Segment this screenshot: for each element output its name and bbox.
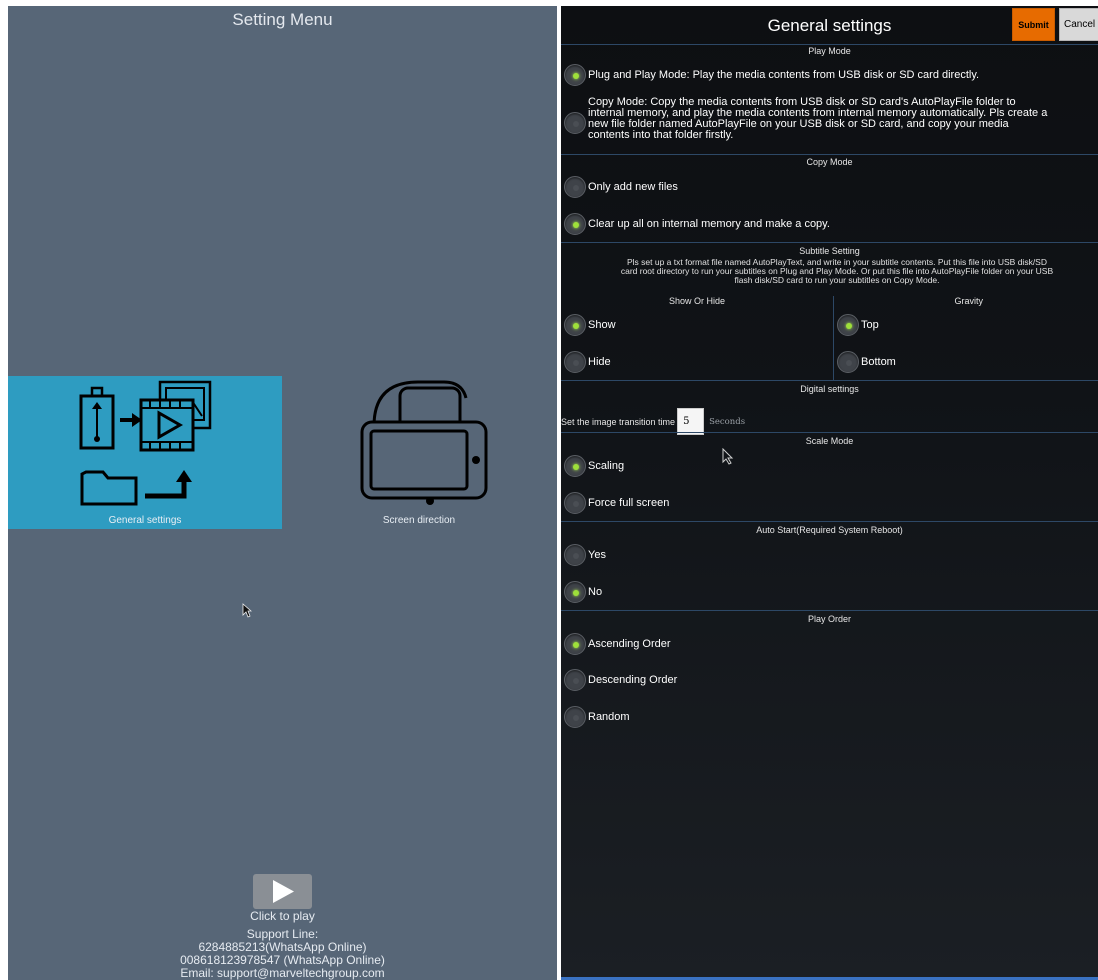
force-full-screen-option[interactable]: Force full screen [564, 492, 669, 514]
random-order-label: Random [588, 711, 630, 723]
setting-menu-title: Setting Menu [232, 10, 333, 29]
subtitle-show-option[interactable]: Show [564, 314, 616, 336]
divider [561, 521, 1098, 522]
scaling-label: Scaling [588, 460, 625, 472]
scaling-option[interactable]: Scaling [564, 455, 624, 477]
general-settings-tile[interactable]: General settings [8, 376, 282, 529]
transition-time-unit: Seconds [709, 416, 746, 427]
play-order-heading: Play Order [807, 614, 851, 624]
support-phone-2: 008618123978547 (WhatsApp Online) [180, 953, 385, 967]
divider [561, 44, 1098, 45]
click-to-play-label: Click to play [250, 909, 315, 923]
gravity-bottom-label: Bottom [861, 356, 896, 368]
random-order-option[interactable]: Random [564, 706, 630, 728]
copy-mode-line: contents into that folder firstly. [588, 129, 734, 141]
mouse-pointer-icon [722, 448, 734, 465]
support-line-label: Support Line: [246, 927, 319, 941]
gravity-heading: Gravity [954, 296, 983, 306]
submit-button[interactable]: Submit [1012, 8, 1055, 41]
radio-unchecked-icon[interactable] [564, 706, 586, 728]
transition-time-row: Set the image transition time 5 Seconds [561, 408, 745, 435]
descending-order-label: Descending Order [588, 674, 678, 686]
copy-mode-option[interactable] [564, 112, 588, 134]
radio-checked-icon[interactable] [564, 581, 586, 603]
divider [561, 610, 1098, 611]
mouse-pointer-icon [242, 603, 252, 618]
setting-menu-panel: Setting Menu General settings Screen dir… [8, 6, 557, 980]
subtitle-heading: Subtitle Setting [799, 246, 860, 256]
gravity-bottom-option[interactable]: Bottom [837, 351, 896, 373]
auto-start-no-label: No [588, 586, 603, 598]
radio-checked-icon[interactable] [564, 314, 586, 336]
radio-unchecked-icon[interactable] [564, 176, 586, 198]
radio-checked-icon[interactable] [564, 213, 586, 235]
subtitle-hide-option[interactable]: Hide [564, 351, 611, 373]
divider [561, 154, 1098, 155]
descending-order-option[interactable]: Descending Order [564, 669, 677, 691]
general-settings-panel: General settings Submit Cancel Play Mode… [561, 6, 1098, 980]
media-transfer-icon [79, 380, 212, 506]
subtitle-show-label: Show [588, 319, 616, 331]
auto-start-yes-option[interactable]: Yes [564, 544, 606, 566]
general-settings-label: General settings [108, 515, 182, 526]
screen-rotate-icon [360, 380, 488, 505]
radio-checked-icon[interactable] [837, 314, 859, 336]
support-email: Email: support@marveltechgroup.com [180, 966, 385, 980]
radio-unchecked-icon[interactable] [564, 544, 586, 566]
copy-mode-description: Copy Mode: Copy the media contents from … [588, 97, 1098, 141]
play-mode-heading: Play Mode [808, 46, 851, 56]
transition-time-input[interactable]: 5 [677, 408, 705, 435]
column-divider [833, 296, 834, 380]
copy-mode-heading: Copy Mode [806, 157, 853, 167]
support-phone-1: 6284885213(WhatsApp Online) [198, 940, 367, 954]
auto-start-heading: Auto Start(Required System Reboot) [756, 525, 903, 535]
plug-and-play-option[interactable]: Plug and Play Mode: Play the media conte… [564, 64, 979, 86]
radio-unchecked-icon[interactable] [837, 351, 859, 373]
radio-unchecked-icon[interactable] [564, 669, 586, 691]
digital-heading: Digital settings [800, 384, 859, 394]
radio-checked-icon[interactable] [564, 455, 586, 477]
screen-direction-tile[interactable]: Screen direction [282, 376, 556, 529]
show-hide-heading: Show Or Hide [668, 296, 726, 306]
play-button[interactable] [253, 874, 312, 909]
radio-unchecked-icon[interactable] [564, 112, 586, 134]
divider [561, 380, 1098, 381]
copy-only-new-label: Only add new files [588, 181, 678, 193]
radio-unchecked-icon[interactable] [564, 351, 586, 373]
copy-clear-all-label: Clear up all on internal memory and make… [588, 218, 830, 230]
copy-clear-all-option[interactable]: Clear up all on internal memory and make… [564, 213, 830, 235]
subtitle-hide-label: Hide [588, 356, 611, 368]
cancel-button[interactable]: Cancel [1059, 8, 1098, 41]
transition-time-label: Set the image transition time [561, 416, 676, 427]
gravity-top-option[interactable]: Top [837, 314, 879, 336]
divider [561, 242, 1098, 243]
ascending-order-label: Ascending Order [588, 638, 671, 650]
divider [561, 432, 1098, 433]
subtitle-desc-line: flash disk/SD card to run your subtitles… [734, 275, 940, 285]
ascending-order-option[interactable]: Ascending Order [564, 633, 671, 655]
gravity-top-label: Top [861, 319, 879, 331]
settings-header: General settings Submit Cancel [561, 6, 1098, 44]
subtitle-description: Pls set up a txt format file named AutoP… [561, 258, 1098, 285]
screen-direction-label: Screen direction [382, 515, 456, 526]
radio-checked-icon[interactable] [564, 64, 586, 86]
force-full-screen-label: Force full screen [588, 497, 670, 509]
plug-and-play-label: Plug and Play Mode: Play the media conte… [588, 69, 980, 81]
auto-start-yes-label: Yes [588, 549, 606, 561]
copy-only-new-option[interactable]: Only add new files [564, 176, 678, 198]
radio-unchecked-icon[interactable] [564, 492, 586, 514]
radio-checked-icon[interactable] [564, 633, 586, 655]
play-icon [273, 880, 294, 903]
auto-start-no-option[interactable]: No [564, 581, 602, 603]
scale-mode-heading: Scale Mode [805, 436, 854, 446]
